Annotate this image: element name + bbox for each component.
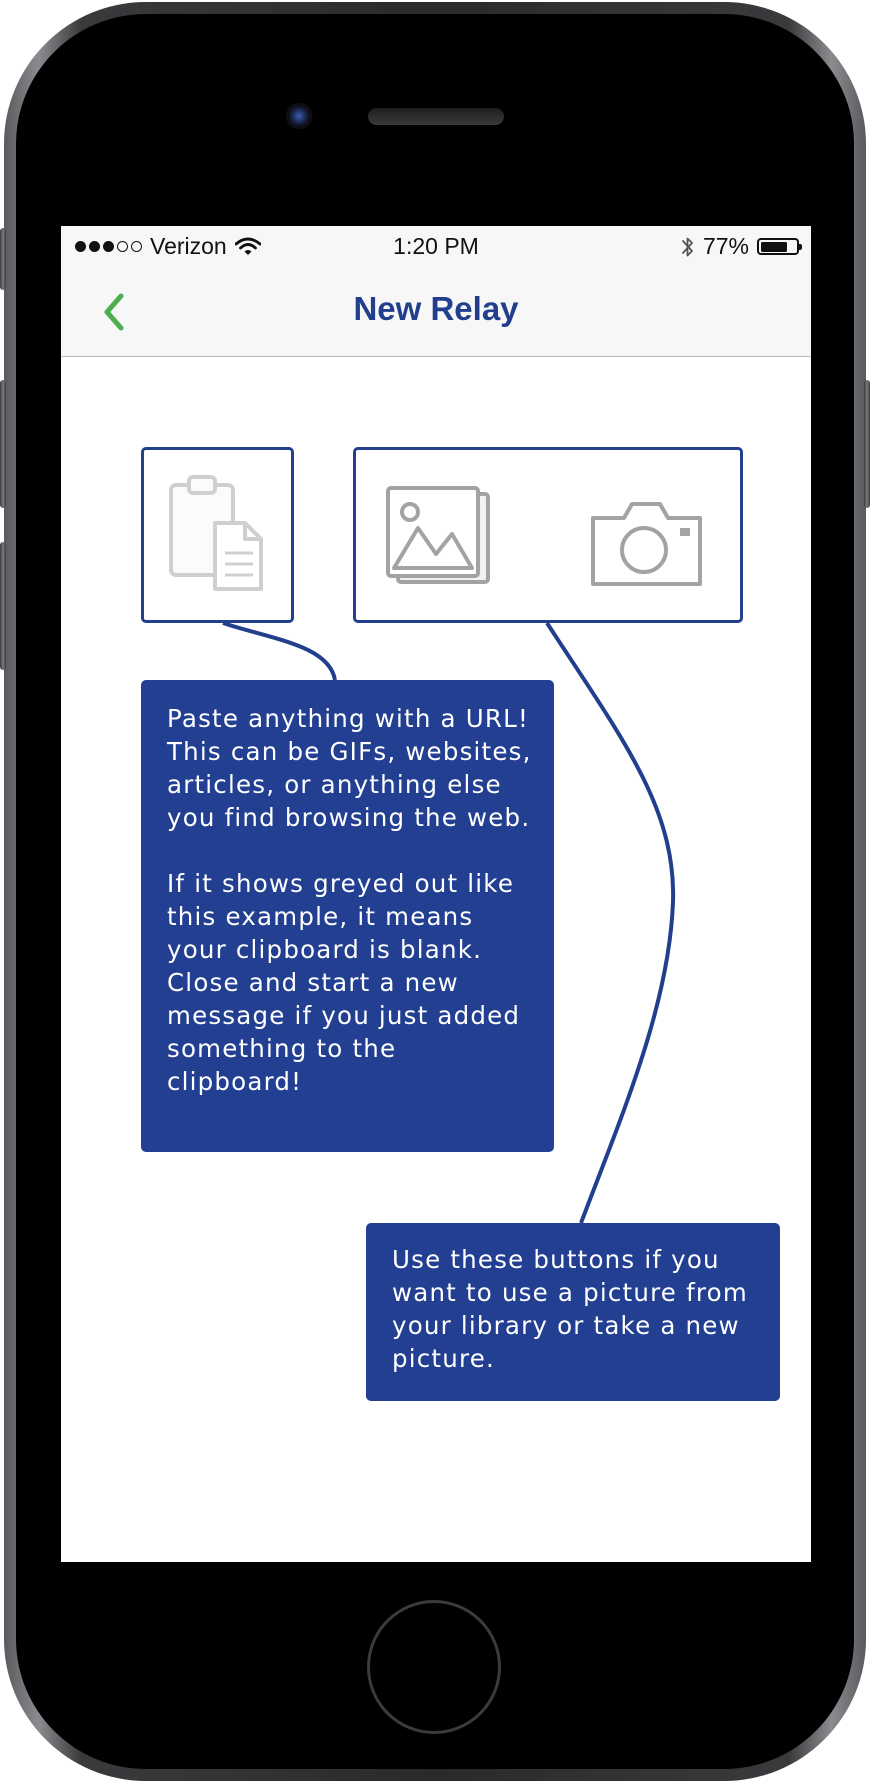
volume-down-button [0, 542, 6, 670]
volume-up-button [0, 380, 6, 508]
media-tooltip: Use these buttons if you want to use a p… [366, 1223, 780, 1401]
status-right: 77% [681, 233, 802, 260]
media-connector-line [545, 621, 676, 1224]
earpiece-speaker [368, 108, 504, 125]
front-camera [286, 103, 312, 129]
home-button[interactable] [367, 1600, 501, 1734]
mute-switch [0, 228, 6, 290]
paste-tooltip-paragraph-2: If it shows greyed out like this example… [167, 869, 521, 1096]
battery-percent: 77% [702, 233, 749, 259]
battery-level [760, 241, 788, 252]
screen: Verizon 1:20 PM 77% New Relay Paste anyt… [61, 226, 811, 1562]
battery-icon [757, 238, 802, 255]
paste-tooltip: Paste anything with a URL! This can be G… [141, 680, 554, 1152]
paste-connector-line [222, 621, 337, 681]
paste-tooltip-paragraph-1: Paste anything with a URL! This can be G… [167, 704, 532, 832]
page-title: New Relay [353, 290, 519, 327]
camera-button[interactable] [588, 494, 706, 590]
camera-icon [591, 502, 702, 586]
power-button [864, 380, 870, 508]
photo-library-button[interactable] [382, 484, 494, 596]
tutorial-overlay: Paste anything with a URL! This can be G… [61, 357, 811, 1562]
bluetooth-icon [682, 237, 693, 256]
clipboard-icon [169, 475, 263, 591]
paste-button[interactable] [141, 447, 294, 623]
navigation-bar: New Relay [61, 266, 811, 357]
photo-library-icon [386, 486, 490, 584]
status-bar: Verizon 1:20 PM 77% [61, 226, 811, 266]
media-buttons-group [353, 447, 743, 623]
media-tooltip-text: Use these buttons if you want to use a p… [392, 1245, 748, 1373]
